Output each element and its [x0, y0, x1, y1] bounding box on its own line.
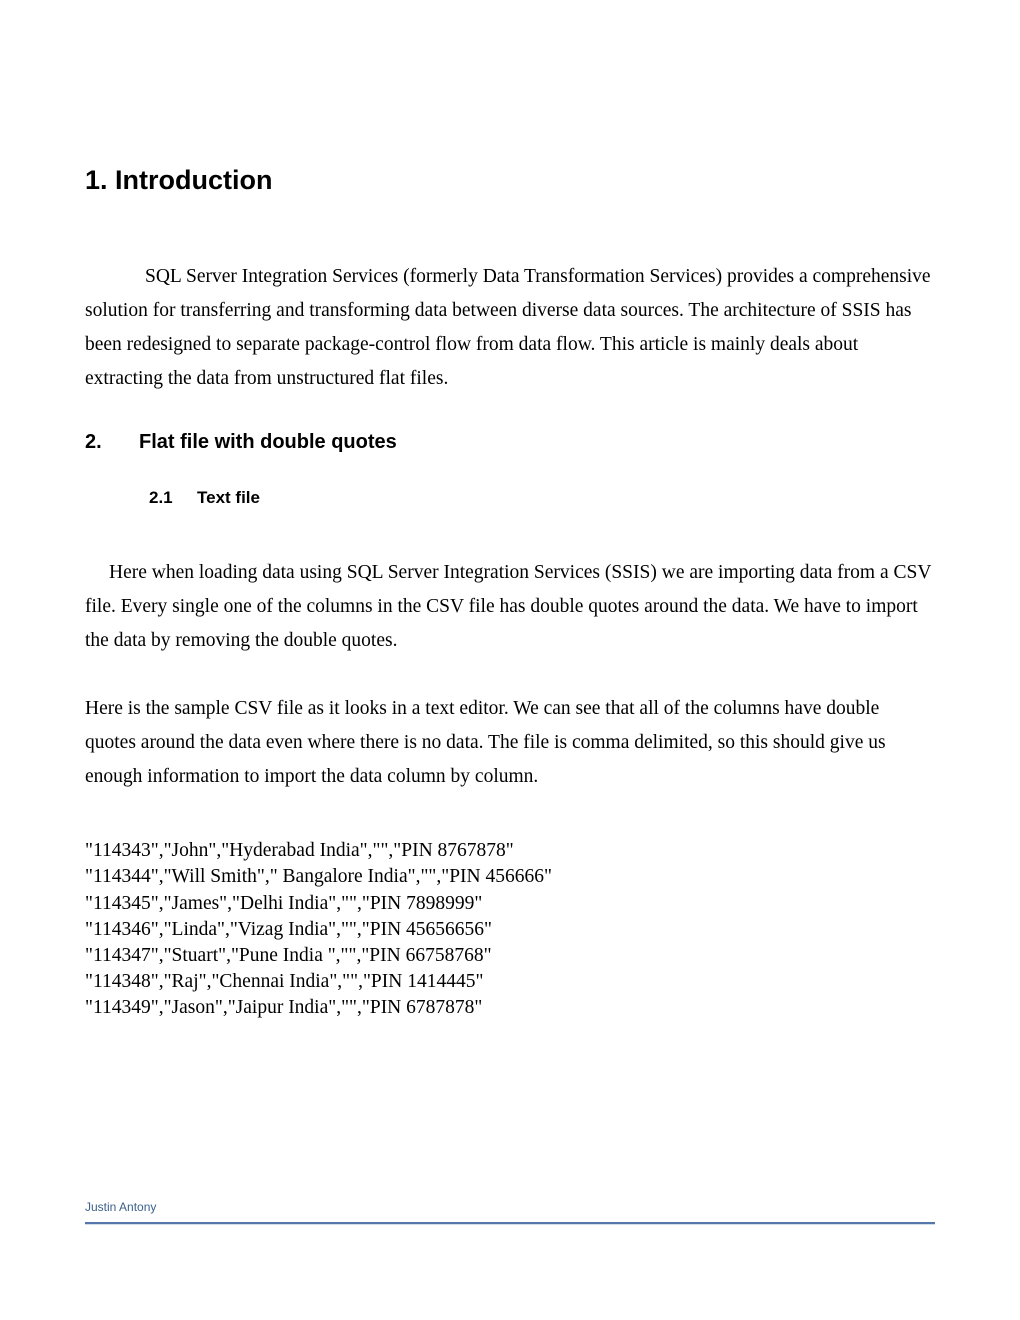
footer-divider: [85, 1222, 935, 1224]
page-content: 1. Introduction SQL Server Integration S…: [0, 0, 1020, 1021]
paragraph-sample-csv: Here is the sample CSV file as it looks …: [85, 692, 935, 794]
csv-sample-block: "114343","John","Hyderabad India","","PI…: [85, 838, 935, 1021]
heading-number: 2.: [85, 431, 139, 454]
intro-paragraph: SQL Server Integration Services (formerl…: [85, 260, 935, 397]
heading-text-file: 2.1Text file: [149, 488, 935, 508]
csv-line: "114343","John","Hyderabad India","","PI…: [85, 838, 935, 864]
csv-line: "114345","James","Delhi India","","PIN 7…: [85, 891, 935, 917]
csv-line: "114344","Will Smith"," Bangalore India"…: [85, 864, 935, 890]
heading-text: Flat file with double quotes: [139, 431, 397, 453]
csv-line: "114346","Linda","Vizag India","","PIN 4…: [85, 917, 935, 943]
paragraph-loading-data: Here when loading data using SQL Server …: [85, 556, 935, 658]
footer-author: Justin Antony: [85, 1200, 935, 1222]
heading-flat-file: 2.Flat file with double quotes: [85, 431, 935, 454]
subheading-text: Text file: [197, 488, 260, 507]
csv-line: "114347","Stuart","Pune India ","","PIN …: [85, 943, 935, 969]
heading-introduction: 1. Introduction: [85, 165, 935, 196]
csv-line: "114348","Raj","Chennai India","","PIN 1…: [85, 969, 935, 995]
page-footer: Justin Antony: [85, 1200, 935, 1224]
csv-line: "114349","Jason","Jaipur India","","PIN …: [85, 995, 935, 1021]
subheading-number: 2.1: [149, 488, 197, 508]
